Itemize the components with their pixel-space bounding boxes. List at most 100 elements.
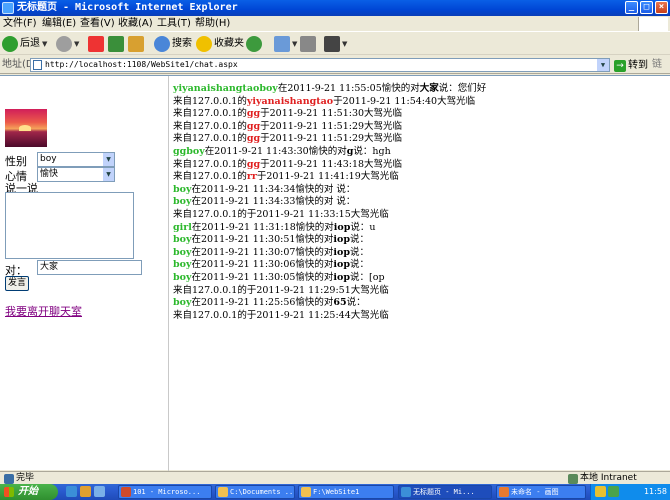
chat-messages: yiyanaishangtaoboy在2011-9-21 11:55:05愉快的…	[173, 83, 663, 322]
message-text: 来自127.0.0.1的于2011-9-21 11:29:51大驾光临	[173, 284, 389, 296]
chat-message: 来自127.0.0.1的gg于2011-9-21 11:51:29大驾光临	[173, 121, 663, 134]
mail-icon	[274, 36, 290, 52]
start-button[interactable]: 开始	[0, 484, 58, 500]
task-label: 无标题页 - Mi...	[413, 488, 475, 496]
sender-name: boy	[173, 246, 192, 258]
frame-divider[interactable]	[168, 76, 169, 471]
message-text: 于2011-9-21 11:51:29大驾光临	[260, 120, 403, 132]
chat-message: boy在2011-9-21 11:30:06愉快的对iop说：	[173, 259, 663, 272]
edit-button[interactable]: ▼	[324, 35, 347, 53]
menu-file[interactable]: 文件(F)	[3, 16, 37, 32]
status-bar: 完毕 本地 Intranet	[0, 471, 670, 484]
visitor-name: gg	[246, 108, 261, 120]
chat-message: 来自127.0.0.1的gg于2011-9-21 11:51:30大驾光临	[173, 108, 663, 121]
maximize-button[interactable]: □	[640, 1, 653, 14]
refresh-icon	[108, 36, 124, 52]
forward-button[interactable]: ▼	[56, 35, 79, 53]
leave-chat-link[interactable]: 我要离开聊天室	[5, 303, 82, 319]
chat-message: 来自127.0.0.1的gg于2011-9-21 11:51:29大驾光临	[173, 133, 663, 146]
avatar	[5, 109, 47, 147]
print-button[interactable]	[300, 35, 316, 53]
menu-tools[interactable]: 工具(T)	[157, 16, 191, 32]
recipient-name: iop	[333, 271, 351, 283]
windows-flag-icon	[4, 487, 14, 497]
visitor-name: rr	[246, 171, 257, 183]
search-button[interactable]: 搜索	[154, 35, 192, 53]
chevron-down-icon[interactable]: ▼	[597, 59, 609, 71]
message-text: 于2011-9-21 11:54:40大驾光临	[333, 95, 476, 107]
toolbar: 后退 ▼ ▼ 搜索 收藏夹 ▼ ▼	[0, 33, 670, 55]
task-item[interactable]: F:\WebSite1	[298, 485, 394, 499]
chevron-down-icon: ▼	[102, 168, 114, 181]
quicklaunch-ie-icon[interactable]	[66, 486, 77, 497]
message-text: 在2011-9-21 11:25:56愉快的对	[191, 297, 334, 309]
tray-icon[interactable]	[608, 486, 619, 497]
folder-icon	[218, 487, 228, 497]
close-button[interactable]: ×	[655, 1, 668, 14]
quicklaunch-folder-icon[interactable]	[80, 486, 91, 497]
history-button[interactable]	[246, 35, 262, 53]
message-text: 说：hgh	[353, 145, 391, 157]
page-icon	[33, 60, 42, 70]
sender-name: boy	[173, 271, 192, 283]
send-button[interactable]: 发言	[5, 276, 29, 291]
task-item[interactable]: 未命名 - 画图	[496, 485, 586, 499]
message-text: 说：	[350, 246, 370, 258]
back-arrow-icon	[2, 36, 18, 52]
recipient-input[interactable]: 大家	[37, 260, 142, 275]
minimize-button[interactable]: _	[625, 1, 638, 14]
sender-name: boy	[173, 297, 192, 309]
visitor-name: gg	[246, 158, 261, 170]
refresh-button[interactable]	[108, 35, 124, 53]
menu-view[interactable]: 查看(V)	[80, 16, 115, 32]
intranet-icon	[568, 473, 578, 484]
quicklaunch-desktop-icon[interactable]	[94, 486, 105, 497]
chat-message: boy在2011-9-21 11:34:33愉快的对 说：	[173, 196, 663, 209]
start-label: 开始	[18, 486, 38, 497]
message-text: 说：[op	[350, 271, 385, 283]
address-url: http://localhost:1108/WebSite1/chat.aspx	[45, 60, 238, 69]
sender-name: boy	[173, 196, 192, 208]
task-label: 未命名 - 画图	[511, 488, 559, 496]
chat-message: 来自127.0.0.1的于2011-9-21 11:25:44大驾光临	[173, 310, 663, 323]
menu-favorites[interactable]: 收藏(A)	[118, 16, 153, 32]
chevron-down-icon: ▼	[102, 153, 114, 166]
message-text: 在2011-9-21 11:43:30愉快的对	[204, 145, 347, 157]
gender-select[interactable]: boy ▼	[37, 152, 115, 167]
go-button[interactable]: → 转到	[614, 57, 648, 75]
edit-page-icon	[324, 36, 340, 52]
mail-button[interactable]: ▼	[274, 35, 297, 53]
stop-button[interactable]	[88, 35, 104, 53]
chat-message: 来自127.0.0.1的rr于2011-9-21 11:41:19大驾光临	[173, 171, 663, 184]
task-item[interactable]: C:\Documents ...	[215, 485, 295, 499]
message-text: 来自127.0.0.1的	[173, 95, 247, 107]
visitor-name: yiyanaishangtao	[246, 95, 334, 107]
menu-bar: 文件(F) 编辑(E) 查看(V) 收藏(A) 工具(T) 帮助(H)	[0, 16, 670, 32]
paint-icon	[499, 487, 509, 497]
tray-icon[interactable]	[595, 486, 606, 497]
task-item[interactable]: 无标题页 - Mi...	[398, 485, 492, 499]
ie-icon	[401, 487, 411, 497]
address-input[interactable]: http://localhost:1108/WebSite1/chat.aspx…	[30, 58, 610, 72]
message-text: 在2011-9-21 11:30:51愉快的对	[191, 234, 334, 246]
message-text: 来自127.0.0.1的	[173, 120, 247, 132]
home-icon	[128, 36, 144, 52]
favorites-button[interactable]: 收藏夹	[196, 35, 244, 53]
search-icon	[154, 36, 170, 52]
gender-label: 性别	[5, 155, 27, 168]
forward-arrow-icon	[56, 36, 72, 52]
stop-icon	[88, 36, 104, 52]
message-text: 在2011-9-21 11:30:05愉快的对	[191, 271, 334, 283]
message-text: 在2011-9-21 11:30:07愉快的对	[191, 246, 334, 258]
mood-select[interactable]: 愉快 ▼	[37, 167, 115, 182]
chat-message: boy在2011-9-21 11:34:34愉快的对 说：	[173, 184, 663, 197]
sender-name: girl	[173, 221, 192, 233]
menu-edit[interactable]: 编辑(E)	[42, 16, 76, 32]
chat-message: boy在2011-9-21 11:25:56愉快的对65说：	[173, 297, 663, 310]
task-item[interactable]: 101 - Microso...	[118, 485, 212, 499]
home-button[interactable]	[128, 35, 144, 53]
back-button[interactable]: 后退 ▼	[2, 35, 47, 53]
chat-message: boy在2011-9-21 11:30:51愉快的对iop说：	[173, 234, 663, 247]
menu-help[interactable]: 帮助(H)	[195, 16, 230, 32]
message-textarea[interactable]	[5, 192, 134, 259]
